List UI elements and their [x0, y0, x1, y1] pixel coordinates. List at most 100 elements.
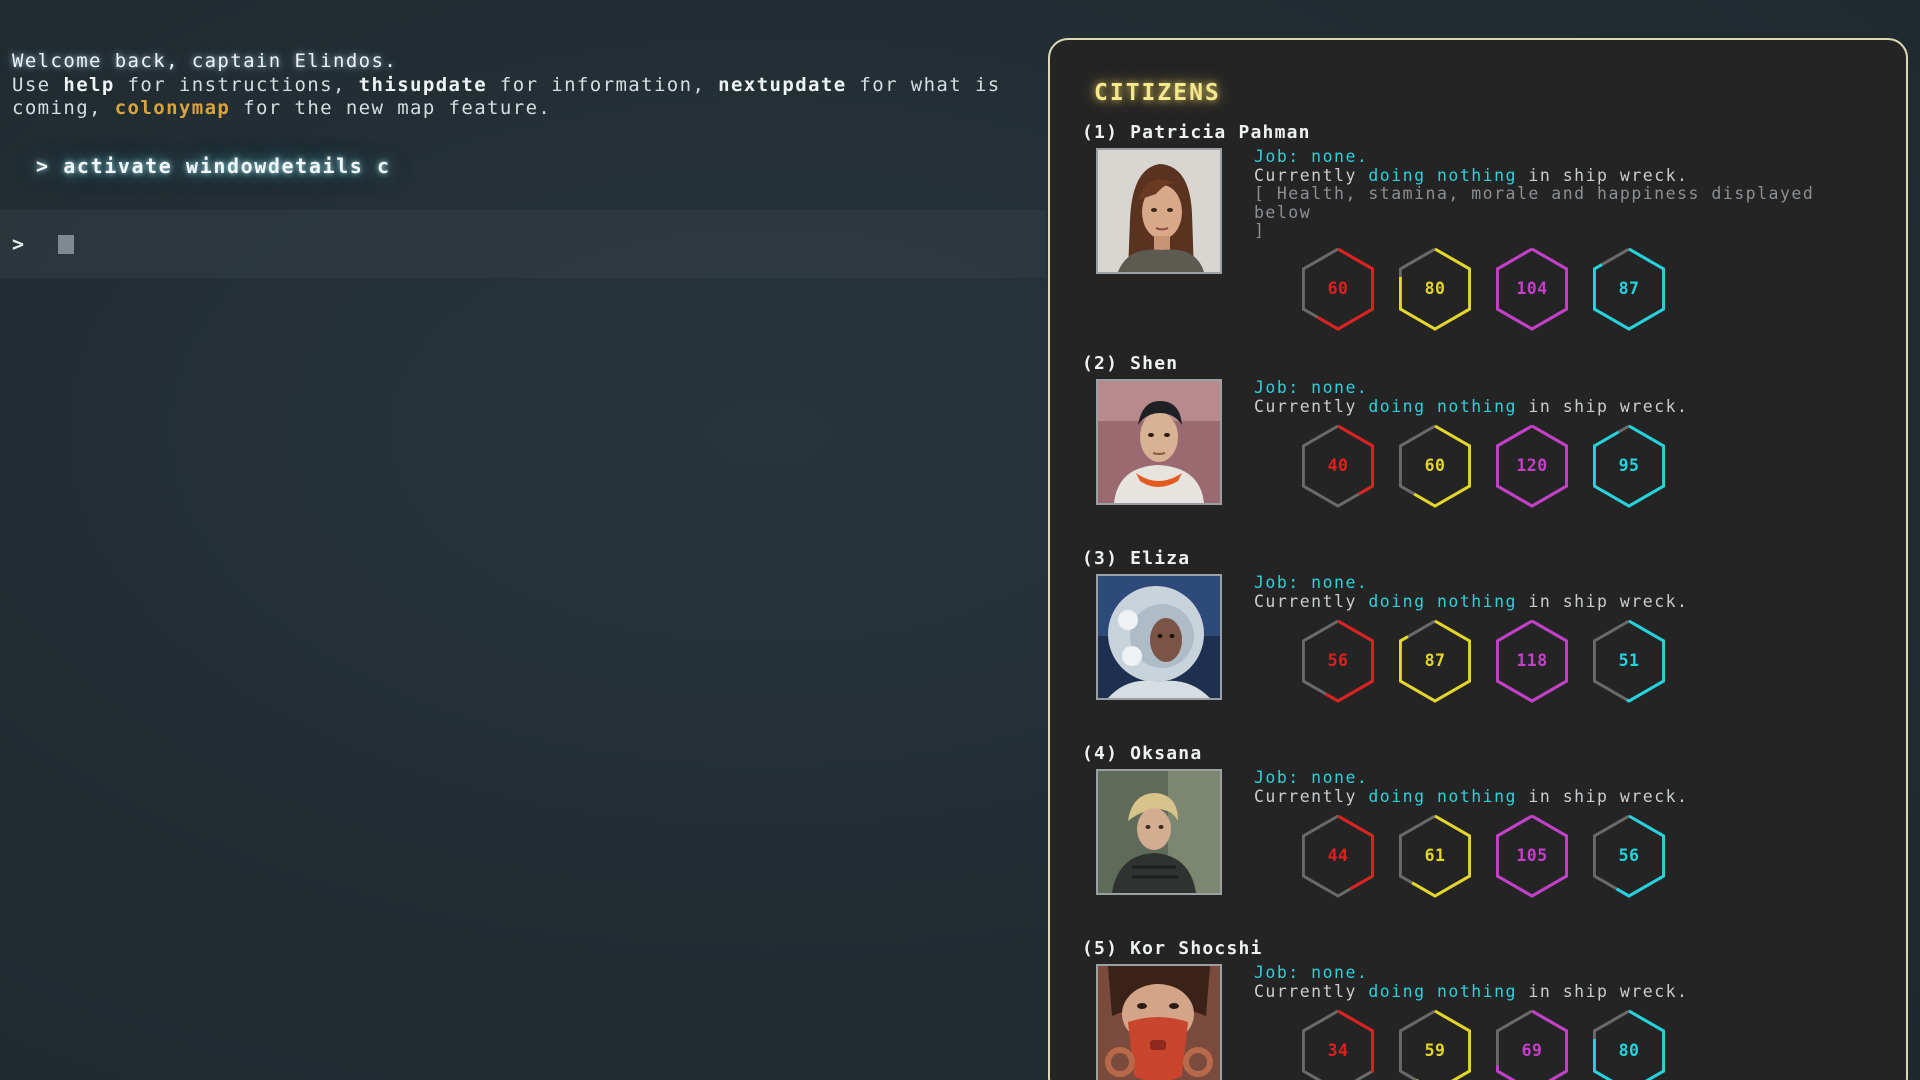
- woman-blonde-portrait-icon: [1096, 769, 1222, 895]
- stamina-value: 59: [1424, 1041, 1446, 1060]
- morale-stat: 118: [1496, 618, 1568, 704]
- stamina-value: 87: [1424, 651, 1446, 670]
- happiness-value: 80: [1618, 1041, 1640, 1060]
- citizen-status: Currently doing nothing in ship wreck.: [1254, 165, 1874, 186]
- stamina-value: 80: [1424, 279, 1446, 298]
- text-cursor: [58, 235, 74, 254]
- stamina-stat: 80: [1399, 246, 1471, 332]
- morale-value: 104: [1516, 279, 1548, 298]
- health-value: 40: [1327, 456, 1349, 475]
- health-stat: 56: [1302, 618, 1374, 704]
- citizen-stats: 34 59 69 80: [1302, 1008, 1702, 1080]
- happiness-stat: 51: [1593, 618, 1665, 704]
- status-activity: doing nothing: [1368, 396, 1517, 416]
- citizen-status: Currently doing nothing in ship wreck.: [1254, 591, 1874, 612]
- status-prefix: Currently: [1254, 981, 1369, 1001]
- command-prompt-row[interactable]: >: [0, 210, 1046, 278]
- morale-stat: 104: [1496, 246, 1568, 332]
- morale-value: 105: [1516, 846, 1548, 865]
- morale-value: 118: [1516, 651, 1548, 670]
- citizen-status: Currently doing nothing in ship wreck.: [1254, 981, 1874, 1002]
- prompt-symbol: >: [12, 232, 25, 256]
- health-stat: 60: [1302, 246, 1374, 332]
- citizen-job: Job: none.: [1254, 573, 1369, 592]
- citizen-name: (3) Eliza: [1082, 548, 1191, 569]
- woman-helmet-portrait-icon: [1096, 574, 1222, 700]
- status-activity: doing nothing: [1368, 786, 1517, 806]
- status-prefix: Currently: [1254, 396, 1369, 416]
- citizen-card[interactable]: (4) Oksana Job: none. Currently doing no…: [1050, 743, 1906, 938]
- colonymap-command[interactable]: colonymap: [115, 97, 231, 119]
- happiness-value: 87: [1618, 279, 1640, 298]
- help-command[interactable]: help: [63, 74, 114, 96]
- status-activity: doing nothing: [1368, 591, 1517, 611]
- citizen-job: Job: none.: [1254, 963, 1369, 982]
- citizen-stats: 40 60 120 95: [1302, 423, 1702, 513]
- happiness-value: 56: [1618, 846, 1640, 865]
- command-history-entry: > activate windowdetails c: [36, 154, 391, 178]
- happiness-stat: 80: [1593, 1008, 1665, 1080]
- citizens-panel: CITIZENS (1) Patricia Pahman Job: none. …: [1048, 38, 1908, 1080]
- citizen-status: Currently doing nothing in ship wreck.: [1254, 786, 1874, 807]
- stamina-stat: 87: [1399, 618, 1471, 704]
- command-input[interactable]: [50, 226, 954, 262]
- happiness-value: 95: [1618, 456, 1640, 475]
- citizen-card[interactable]: (5) Kor Shocshi Job: none. Currently doi…: [1050, 938, 1906, 1080]
- help-text-use: Use: [12, 73, 64, 96]
- happiness-stat: 56: [1593, 813, 1665, 899]
- citizen-stats: 56 87 118 51: [1302, 618, 1702, 708]
- health-stat: 40: [1302, 423, 1374, 509]
- citizen-stats: 60 80 104 87: [1302, 246, 1702, 336]
- status-suffix: in ship wreck.: [1516, 591, 1689, 611]
- happiness-value: 51: [1618, 651, 1640, 670]
- stamina-stat: 60: [1399, 423, 1471, 509]
- status-prefix: Currently: [1254, 591, 1369, 611]
- man-spacesuit-portrait-icon: [1096, 379, 1222, 505]
- health-value: 56: [1327, 651, 1349, 670]
- help-text-instructions: for instructions,: [114, 73, 359, 96]
- citizen-name: (4) Oksana: [1082, 743, 1203, 764]
- citizen-status: Currently doing nothing in ship wreck.: [1254, 396, 1874, 417]
- help-text-what: for what is: [846, 73, 1001, 96]
- citizen-info: Job: none. Currently doing nothing in sh…: [1254, 963, 1874, 1002]
- status-suffix: in ship wreck.: [1516, 165, 1689, 185]
- help-text-information: for information,: [487, 73, 719, 96]
- citizen-name: (5) Kor Shocshi: [1082, 938, 1263, 959]
- citizen-card[interactable]: (3) Eliza Job: none. Currently doing not…: [1050, 548, 1906, 743]
- citizen-note: [ Health, stamina, morale and happiness …: [1254, 184, 1815, 240]
- citizen-stats: 44 61 105 56: [1302, 813, 1702, 903]
- status-suffix: in ship wreck.: [1516, 786, 1689, 806]
- citizen-info: Job: none. Currently doing nothing in sh…: [1254, 147, 1874, 241]
- citizen-info: Job: none. Currently doing nothing in sh…: [1254, 573, 1874, 612]
- status-prefix: Currently: [1254, 165, 1369, 185]
- citizen-card[interactable]: (1) Patricia Pahman Job: none. Currently…: [1050, 122, 1906, 331]
- citizen-name: (1) Patricia Pahman: [1082, 122, 1311, 143]
- health-stat: 44: [1302, 813, 1374, 899]
- citizen-info: Job: none. Currently doing nothing in sh…: [1254, 378, 1874, 417]
- stamina-value: 60: [1424, 456, 1446, 475]
- morale-value: 120: [1516, 456, 1548, 475]
- citizen-card[interactable]: (2) Shen Job: none. Currently doing noth…: [1050, 353, 1906, 548]
- help-text-coming: coming,: [12, 97, 115, 119]
- stamina-stat: 59: [1399, 1008, 1471, 1080]
- morale-stat: 105: [1496, 813, 1568, 899]
- help-text-map: for the new map feature.: [230, 97, 552, 119]
- morale-value: 69: [1521, 1041, 1543, 1060]
- nextupdate-command[interactable]: nextupdate: [718, 74, 846, 96]
- status-suffix: in ship wreck.: [1516, 981, 1689, 1001]
- welcome-line: Welcome back, captain Elindos.: [12, 50, 398, 72]
- status-suffix: in ship wreck.: [1516, 396, 1689, 416]
- status-activity: doing nothing: [1368, 981, 1517, 1001]
- citizen-name: (2) Shen: [1082, 353, 1179, 374]
- panel-title: CITIZENS: [1094, 80, 1221, 106]
- citizen-job: Job: none.: [1254, 768, 1369, 787]
- thisupdate-command[interactable]: thisupdate: [359, 74, 487, 96]
- happiness-stat: 95: [1593, 423, 1665, 509]
- citizen-job: Job: none.: [1254, 147, 1369, 166]
- citizen-info: Job: none. Currently doing nothing in sh…: [1254, 768, 1874, 807]
- stamina-stat: 61: [1399, 813, 1471, 899]
- status-activity: doing nothing: [1368, 165, 1517, 185]
- morale-stat: 69: [1496, 1008, 1568, 1080]
- happiness-stat: 87: [1593, 246, 1665, 332]
- terminal: Welcome back, captain Elindos. Use help …: [0, 0, 1046, 1080]
